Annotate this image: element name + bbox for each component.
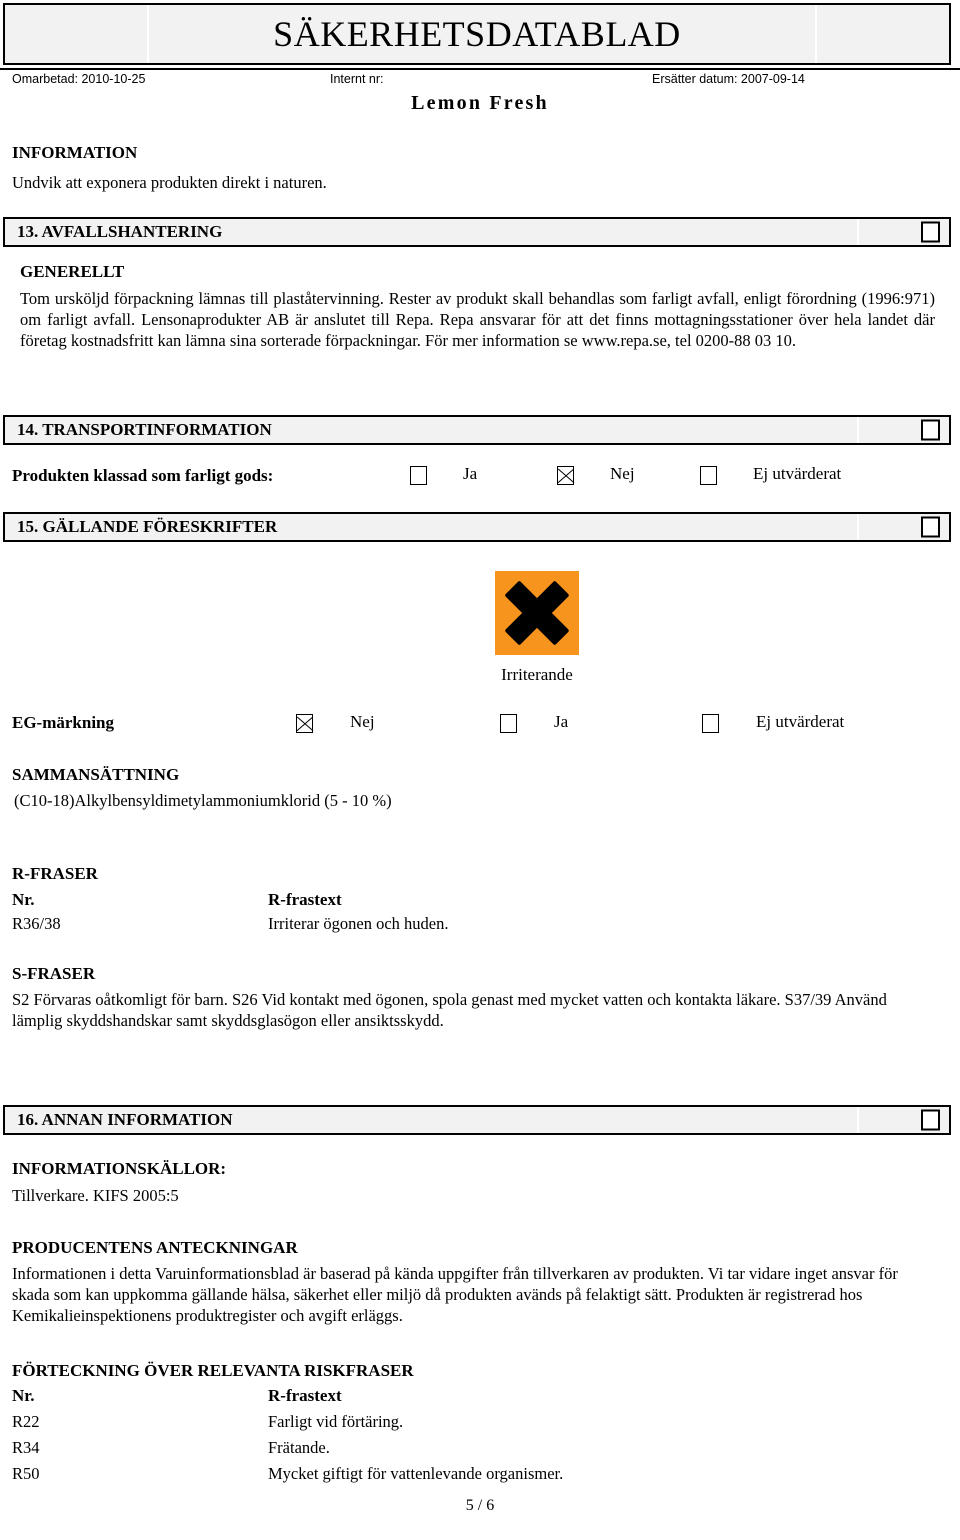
r-phrase-nr: R36/38 bbox=[12, 914, 61, 933]
eg-marking-checkbox-nej[interactable] bbox=[296, 714, 313, 733]
section-13-divider bbox=[857, 219, 859, 245]
s-phrases-text: S2 Förvaras oåtkomligt för barn. S26 Vid… bbox=[12, 990, 887, 1030]
section-16-divider bbox=[857, 1107, 859, 1133]
section-15-divider bbox=[857, 514, 859, 540]
risk-phrase-nr: R34 bbox=[12, 1438, 40, 1457]
section-13-paragraph: Tom ursköljd förpackning lämnas till pla… bbox=[20, 289, 935, 350]
dangerous-goods-checkbox-ej-utvarderat[interactable] bbox=[700, 466, 717, 485]
section-bar-15: 15. GÄLLANDE FÖRESKRIFTER bbox=[3, 512, 951, 542]
sources-heading: INFORMATIONSKÄLLOR: bbox=[12, 1159, 227, 1178]
dangerous-goods-question: Produkten klassad som farligt gods: bbox=[12, 466, 274, 485]
section-bar-14: 14. TRANSPORTINFORMATION bbox=[3, 415, 951, 445]
hazard-pictogram-caption: Irriterande bbox=[501, 665, 573, 684]
eg-marking-checkbox-ej-utvarderat[interactable] bbox=[702, 714, 719, 733]
irritant-x-icon bbox=[495, 571, 579, 655]
section-16-checkbox[interactable] bbox=[921, 1109, 940, 1131]
section-13-title: 13. AVFALLSHANTERING bbox=[17, 222, 223, 241]
eg-marking-label: EG-märkning bbox=[12, 713, 115, 732]
r-phrases-heading: R-FRASER bbox=[12, 864, 98, 883]
risk-phrase-text: Farligt vid förtäring. bbox=[268, 1412, 404, 1431]
section-16-title: 16. ANNAN INFORMATION bbox=[17, 1110, 233, 1129]
composition-heading: SAMMANSÄTTNING bbox=[12, 765, 180, 784]
r-phrases-col-text: R-frastext bbox=[268, 890, 342, 909]
eg-marking-label-ej-utvarderat: Ej utvärderat bbox=[756, 712, 845, 731]
s-phrases-heading: S-FRASER bbox=[12, 964, 96, 983]
section-14-checkbox[interactable] bbox=[921, 419, 940, 441]
document-title: SÄKERHETSDATABLAD bbox=[273, 14, 681, 54]
section-14-title: 14. TRANSPORTINFORMATION bbox=[17, 420, 272, 439]
section-15-title: 15. GÄLLANDE FÖRESKRIFTER bbox=[17, 517, 278, 536]
eg-marking-label-nej: Nej bbox=[350, 712, 375, 731]
dangerous-goods-checkbox-ja[interactable] bbox=[410, 466, 427, 485]
sources-text: Tillverkare. KIFS 2005:5 bbox=[12, 1186, 179, 1205]
dangerous-goods-label-nej: Nej bbox=[610, 464, 635, 483]
internal-number: Internt nr: bbox=[330, 72, 384, 86]
section-bar-13: 13. AVFALLSHANTERING bbox=[3, 217, 951, 247]
risk-list-heading: FÖRTECKNING ÖVER RELEVANTA RISKFRASER bbox=[12, 1361, 414, 1380]
section-13-subheading: GENERELLT bbox=[20, 262, 125, 281]
risk-phrase-text: Mycket giftigt för vattenlevande organis… bbox=[268, 1464, 564, 1483]
risk-col-nr: Nr. bbox=[12, 1386, 35, 1405]
dangerous-goods-label-ej-utvarderat: Ej utvärderat bbox=[753, 464, 842, 483]
risk-phrase-nr: R22 bbox=[12, 1412, 40, 1431]
information-text: Undvik att exponera produkten direkt i n… bbox=[12, 173, 327, 192]
dangerous-goods-checkbox-nej[interactable] bbox=[557, 466, 574, 485]
section-13-checkbox[interactable] bbox=[921, 221, 940, 243]
dangerous-goods-label-ja: Ja bbox=[463, 464, 478, 483]
r-phrase-text: Irriterar ögonen och huden. bbox=[268, 914, 449, 933]
risk-phrase-nr: R50 bbox=[12, 1464, 40, 1483]
risk-phrase-text: Frätande. bbox=[268, 1438, 330, 1457]
r-phrases-col-nr: Nr. bbox=[12, 890, 35, 909]
eg-marking-checkbox-ja[interactable] bbox=[500, 714, 517, 733]
section-15-checkbox[interactable] bbox=[921, 516, 940, 538]
eg-marking-label-ja: Ja bbox=[554, 712, 569, 731]
header-rule bbox=[0, 68, 960, 70]
document-header-box: SÄKERHETSDATABLAD bbox=[3, 3, 951, 65]
document-meta-row: Omarbetad: 2010-10-25 Internt nr: Ersätt… bbox=[0, 72, 960, 92]
information-heading: INFORMATION bbox=[12, 143, 138, 162]
page-number: 5 / 6 bbox=[465, 1497, 495, 1514]
product-name: Lemon Fresh bbox=[411, 92, 549, 114]
hazard-pictogram-block: Irriterande bbox=[495, 571, 579, 685]
section-14-divider bbox=[857, 417, 859, 443]
producer-notes-heading: PRODUCENTENS ANTECKNINGAR bbox=[12, 1238, 298, 1257]
risk-col-text: R-frastext bbox=[268, 1386, 342, 1405]
section-bar-16: 16. ANNAN INFORMATION bbox=[3, 1105, 951, 1135]
producer-notes-text: Informationen i detta Varuinformationsbl… bbox=[12, 1264, 898, 1325]
composition-text: (C10-18)Alkylbensyldimetylammoniumklorid… bbox=[14, 791, 392, 810]
replaces-date: Ersätter datum: 2007-09-14 bbox=[652, 72, 805, 86]
revised-date: Omarbetad: 2010-10-25 bbox=[12, 72, 146, 86]
